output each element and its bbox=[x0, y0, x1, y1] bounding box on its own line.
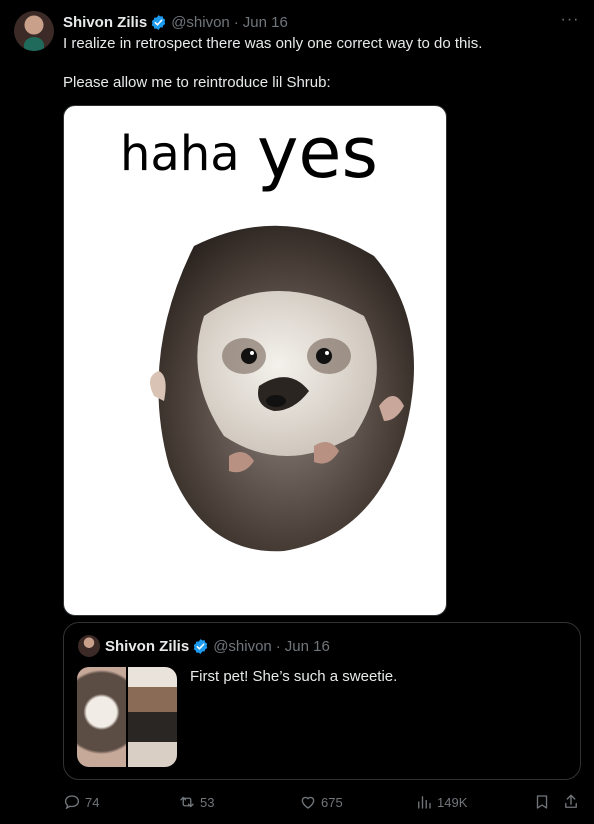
tweet-header: Shivon Zilis @shivon · Jun 16 bbox=[63, 12, 288, 32]
bookmark-icon bbox=[536, 795, 548, 809]
repost-button[interactable]: 53 bbox=[178, 790, 214, 814]
quoted-tweet[interactable]: Shivon Zilis @shivon · Jun 16 First pet!… bbox=[63, 622, 581, 780]
like-count: 675 bbox=[321, 794, 343, 810]
quoted-author-handle[interactable]: @shivon bbox=[213, 638, 272, 655]
quoted-tweet-header: Shivon Zilis @shivon · Jun 16 bbox=[105, 636, 330, 656]
meme-caption-yes: yes bbox=[257, 112, 378, 194]
author-name[interactable]: Shivon Zilis bbox=[63, 14, 147, 31]
more-options-icon[interactable]: ··· bbox=[560, 10, 580, 30]
separator-dot: · bbox=[233, 13, 239, 31]
tweet-date[interactable]: Jun 16 bbox=[243, 14, 288, 31]
share-icon bbox=[565, 794, 577, 808]
tweet[interactable]: Shivon Zilis @shivon · Jun 16 ··· I real… bbox=[0, 0, 594, 824]
share-button[interactable] bbox=[562, 790, 584, 814]
views-count: 149K bbox=[437, 794, 468, 810]
quoted-tweet-text: First pet! She’s such a sweetie. bbox=[190, 668, 398, 685]
views-button[interactable]: 149K bbox=[415, 790, 467, 814]
reply-count: 74 bbox=[85, 794, 100, 810]
verified-badge-icon bbox=[151, 14, 166, 30]
views-chart-icon bbox=[418, 796, 431, 809]
heart-icon bbox=[301, 796, 315, 809]
quoted-avatar[interactable] bbox=[78, 635, 100, 657]
quoted-author-name[interactable]: Shivon Zilis bbox=[105, 638, 189, 655]
author-handle[interactable]: @shivon bbox=[171, 14, 230, 31]
like-button[interactable]: 675 bbox=[299, 790, 343, 814]
quoted-tweet-date[interactable]: Jun 16 bbox=[285, 638, 330, 655]
meme-caption-haha: haha bbox=[120, 126, 240, 182]
thumbnail-hedgehog-photo bbox=[77, 667, 126, 767]
verified-badge-icon bbox=[193, 638, 208, 654]
tweet-actions: 74 53 675 149K bbox=[63, 790, 581, 814]
hedgehog-illustration bbox=[150, 225, 414, 552]
separator-dot: · bbox=[275, 637, 281, 655]
reply-icon bbox=[64, 795, 80, 810]
quoted-media-thumbnail[interactable] bbox=[77, 667, 177, 767]
reply-button[interactable]: 74 bbox=[63, 790, 99, 814]
tweet-text-line-2: Please allow me to reintroduce lil Shrub… bbox=[63, 74, 331, 91]
tweet-text-line-1: I realize in retrospect there was only o… bbox=[63, 35, 483, 52]
tweet-media-image[interactable]: haha yes bbox=[63, 105, 447, 616]
avatar[interactable] bbox=[14, 11, 54, 51]
repost-count: 53 bbox=[200, 794, 215, 810]
repost-icon bbox=[180, 796, 194, 808]
thumbnail-child-photo bbox=[128, 667, 177, 767]
bookmark-button[interactable] bbox=[533, 790, 555, 814]
